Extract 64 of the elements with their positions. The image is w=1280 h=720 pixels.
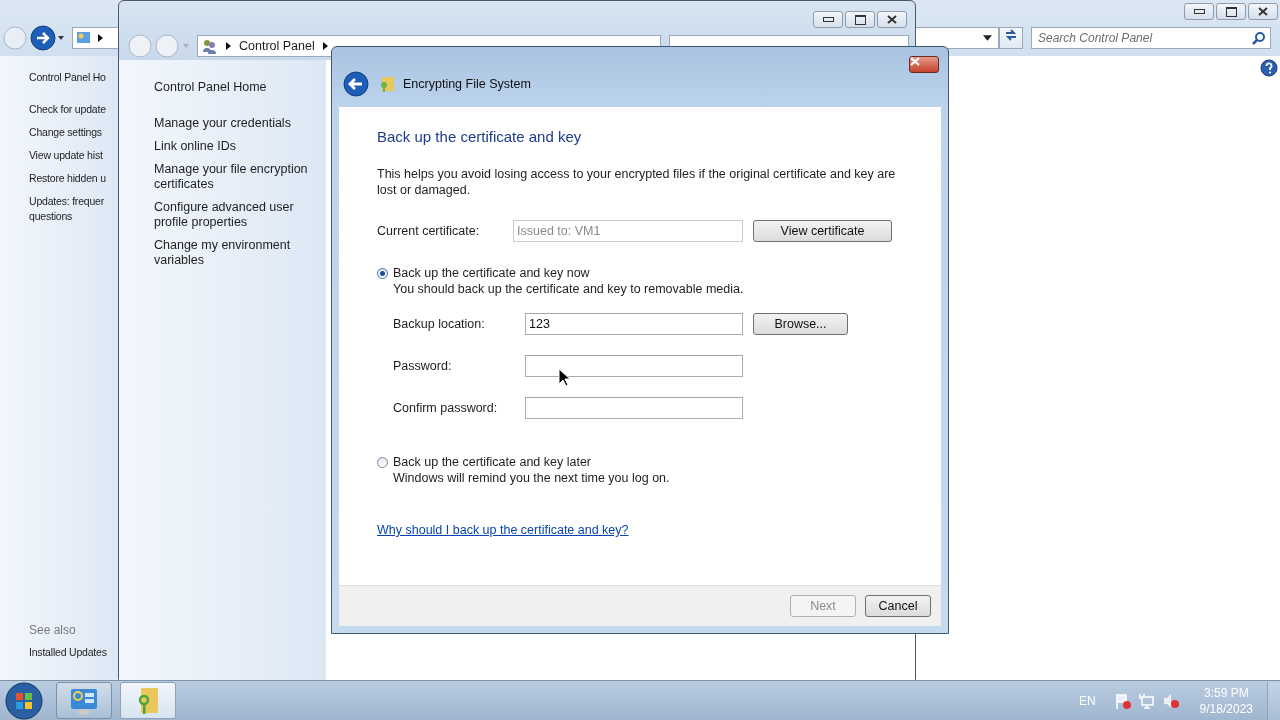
close-button[interactable] [909,56,939,73]
back-button[interactable] [343,71,369,97]
sidebar-link[interactable]: Updates: frequer questions [29,194,118,224]
breadcrumb-arrow-icon[interactable] [226,42,231,50]
key-folder-icon [378,75,396,93]
search-field[interactable]: Search Control Panel [1031,27,1271,49]
sidebar-link[interactable]: Control Panel Home [154,80,326,94]
close-icon [910,57,920,66]
refresh-button[interactable] [999,27,1023,49]
close-button[interactable] [1248,3,1278,20]
minimize-button[interactable] [813,11,843,28]
address-bar[interactable] [916,27,999,49]
radio-button[interactable] [377,267,388,279]
field-label: Password: [393,359,453,373]
close-icon [887,15,897,24]
dialog-title: Encrypting File System [403,77,531,91]
see-also-heading: See also [29,623,77,637]
close-icon [1258,7,1268,16]
breadcrumb[interactable]: Control Panel [239,39,315,53]
sidebar-link[interactable]: Change my environment variables [154,238,312,268]
radio-button[interactable] [377,456,388,468]
option-description: Windows will remind you the next time you log on. [393,471,671,485]
intro-text: This helps you avoid losing access to your encrypted files if the original certificate and key are lost or damaged. [377,166,897,198]
taskbar-button[interactable] [56,682,112,719]
cursor-icon [558,368,570,387]
sidebar-link[interactable]: Manage your credentials [154,116,312,131]
start-button[interactable] [4,680,44,720]
sidebar-link[interactable]: Configure advanced user profile properties [154,200,312,230]
field-label: Backup location: [393,317,486,331]
sidebar-link[interactable]: Control Panel Ho [29,71,118,83]
browse-button[interactable]: Browse... [753,313,848,335]
help-icon[interactable] [1260,59,1278,77]
navigation-buttons[interactable] [2,25,64,51]
option-label[interactable]: Back up the certificate and key later [393,455,592,469]
input-field[interactable]: 123 [525,313,743,335]
sidebar-link[interactable]: View update hist [29,148,118,163]
breadcrumb-arrow-icon[interactable] [322,42,328,50]
users-icon [202,38,218,54]
option-description: You should back up the certificate and key to removable media. [393,282,745,296]
input-field[interactable] [525,355,743,377]
help-link[interactable]: Why should I back up the certificate and key? [377,523,629,537]
control-panel-icon [76,30,92,46]
minimize-button[interactable] [1184,3,1214,20]
page-heading: Back up the certificate and key [377,128,583,145]
sidebar-link[interactable]: Change settings [29,125,118,140]
close-button[interactable] [877,11,907,28]
dropdown-arrow-icon[interactable] [983,35,992,41]
sidebar-link[interactable]: Restore hidden u [29,171,118,186]
refresh-icon [1004,28,1018,42]
restore-button[interactable] [1216,3,1246,20]
sidebar-link[interactable]: Check for update [29,102,118,117]
maximize-button[interactable] [845,11,875,28]
sidebar-link[interactable]: Installed Updates [29,645,118,660]
dialog-button[interactable]: Cancel [865,595,931,617]
field-label: Confirm password: [393,401,499,415]
option-label[interactable]: Back up the certificate and key now [393,266,590,280]
breadcrumb-arrow-icon[interactable] [98,34,103,42]
taskbar-button[interactable] [120,682,176,719]
input-field[interactable] [525,397,743,419]
field-label: Current certificate: [377,224,481,238]
search-icon[interactable] [1252,31,1266,45]
sidebar-link[interactable]: Manage your file encryption certificates [154,162,312,192]
flag-icon[interactable] [1113,691,1132,710]
sidebar-link[interactable]: Link online IDs [154,139,312,154]
